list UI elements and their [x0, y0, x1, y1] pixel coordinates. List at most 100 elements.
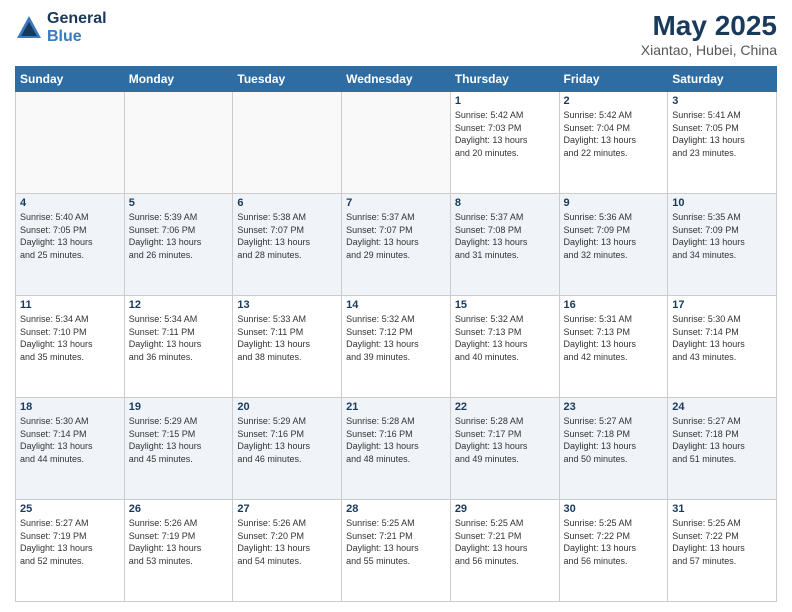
- calendar-cell: [124, 92, 233, 194]
- week-row-2: 11Sunrise: 5:34 AM Sunset: 7:10 PM Dayli…: [16, 296, 777, 398]
- calendar-cell: 24Sunrise: 5:27 AM Sunset: 7:18 PM Dayli…: [668, 398, 777, 500]
- weekday-header-row: SundayMondayTuesdayWednesdayThursdayFrid…: [16, 67, 777, 92]
- week-row-4: 25 Sunrise: 5:27 AM Sunset: 7:19 PM Dayli…: [16, 500, 777, 602]
- logo-general: General: [47, 10, 107, 28]
- calendar-cell: 27Sunrise: 5:26 AM Sunset: 7:20 PM Dayli…: [233, 500, 342, 602]
- day-number: 26: [129, 503, 229, 515]
- day-number: 28: [346, 503, 446, 515]
- day-info: Sunrise: 5:37 AM Sunset: 7:08 PM Dayligh…: [455, 211, 555, 261]
- calendar-cell: 3 Sunrise: 5:41 AM Sunset: 7:05 PM Daylig…: [668, 92, 777, 194]
- day-number: 23: [564, 401, 664, 413]
- day-number: 31: [672, 503, 772, 515]
- day-info: Sunrise: 5:39 AM Sunset: 7:06 PM Dayligh…: [129, 211, 229, 261]
- logo-text: General Blue: [47, 10, 107, 45]
- month-title: May 2025: [641, 10, 777, 42]
- day-info: Sunrise: 5:34 AM Sunset: 7:10 PM Dayligh…: [20, 313, 120, 363]
- day-info: Sunrise: 5:32 AM Sunset: 7:12 PM Dayligh…: [346, 313, 446, 363]
- day-info: Sunrise: 5:33 AM Sunset: 7:11 PM Dayligh…: [237, 313, 337, 363]
- calendar-cell: 18Sunrise: 5:30 AM Sunset: 7:14 PM Dayli…: [16, 398, 125, 500]
- day-number: 1: [455, 95, 555, 107]
- day-info: Sunrise: 5:30 AM Sunset: 7:14 PM Dayligh…: [672, 313, 772, 363]
- day-info: Sunrise: 5:26 AM Sunset: 7:19 PM Dayligh…: [129, 517, 229, 567]
- day-info: Sunrise: 5:29 AM Sunset: 7:15 PM Dayligh…: [129, 415, 229, 465]
- day-number: 15: [455, 299, 555, 311]
- calendar-cell: 22 Sunrise: 5:28 AM Sunset: 7:17 PM Dayli…: [450, 398, 559, 500]
- calendar-cell: 20 Sunrise: 5:29 AM Sunset: 7:16 PM Dayli…: [233, 398, 342, 500]
- day-info: Sunrise: 5:26 AM Sunset: 7:20 PM Dayligh…: [237, 517, 337, 567]
- calendar-cell: 12 Sunrise: 5:34 AM Sunset: 7:11 PM Dayli…: [124, 296, 233, 398]
- day-number: 20: [237, 401, 337, 413]
- calendar-cell: 10 Sunrise: 5:35 AM Sunset: 7:09 PM Dayli…: [668, 194, 777, 296]
- week-row-0: 1 Sunrise: 5:42 AM Sunset: 7:03 PM Daylig…: [16, 92, 777, 194]
- day-number: 7: [346, 197, 446, 209]
- day-info: Sunrise: 5:25 AM Sunset: 7:22 PM Dayligh…: [672, 517, 772, 567]
- day-number: 21: [346, 401, 446, 413]
- weekday-header-saturday: Saturday: [668, 67, 777, 92]
- day-info: Sunrise: 5:27 AM Sunset: 7:18 PM Dayligh…: [564, 415, 664, 465]
- day-info: Sunrise: 5:37 AM Sunset: 7:07 PM Dayligh…: [346, 211, 446, 261]
- day-number: 12: [129, 299, 229, 311]
- title-section: May 2025 Xiantao, Hubei, China: [641, 10, 777, 58]
- day-info: Sunrise: 5:41 AM Sunset: 7:05 PM Dayligh…: [672, 109, 772, 159]
- calendar-cell: 17 Sunrise: 5:30 AM Sunset: 7:14 PM Dayli…: [668, 296, 777, 398]
- day-number: 18: [20, 401, 120, 413]
- calendar-cell: 13Sunrise: 5:33 AM Sunset: 7:11 PM Dayli…: [233, 296, 342, 398]
- header: General Blue May 2025 Xiantao, Hubei, Ch…: [15, 10, 777, 58]
- day-number: 17: [672, 299, 772, 311]
- day-number: 9: [564, 197, 664, 209]
- calendar-cell: [342, 92, 451, 194]
- weekday-header-monday: Monday: [124, 67, 233, 92]
- day-number: 25: [20, 503, 120, 515]
- page: General Blue May 2025 Xiantao, Hubei, Ch…: [0, 0, 792, 612]
- week-row-1: 4 Sunrise: 5:40 AM Sunset: 7:05 PM Daylig…: [16, 194, 777, 296]
- day-info: Sunrise: 5:40 AM Sunset: 7:05 PM Dayligh…: [20, 211, 120, 261]
- calendar-cell: 31 Sunrise: 5:25 AM Sunset: 7:22 PM Dayli…: [668, 500, 777, 602]
- calendar-cell: 29Sunrise: 5:25 AM Sunset: 7:21 PM Dayli…: [450, 500, 559, 602]
- calendar-cell: 2Sunrise: 5:42 AM Sunset: 7:04 PM Daylig…: [559, 92, 668, 194]
- calendar-cell: 26 Sunrise: 5:26 AM Sunset: 7:19 PM Dayli…: [124, 500, 233, 602]
- day-info: Sunrise: 5:25 AM Sunset: 7:21 PM Dayligh…: [455, 517, 555, 567]
- calendar-cell: [233, 92, 342, 194]
- day-info: Sunrise: 5:25 AM Sunset: 7:22 PM Dayligh…: [564, 517, 664, 567]
- calendar-cell: 7 Sunrise: 5:37 AM Sunset: 7:07 PM Daylig…: [342, 194, 451, 296]
- logo: General Blue: [15, 10, 107, 45]
- week-row-3: 18Sunrise: 5:30 AM Sunset: 7:14 PM Dayli…: [16, 398, 777, 500]
- day-info: Sunrise: 5:42 AM Sunset: 7:04 PM Dayligh…: [564, 109, 664, 159]
- logo-icon: [15, 14, 43, 42]
- day-number: 16: [564, 299, 664, 311]
- calendar-cell: 14 Sunrise: 5:32 AM Sunset: 7:12 PM Dayli…: [342, 296, 451, 398]
- day-number: 4: [20, 197, 120, 209]
- day-number: 30: [564, 503, 664, 515]
- day-info: Sunrise: 5:35 AM Sunset: 7:09 PM Dayligh…: [672, 211, 772, 261]
- weekday-header-sunday: Sunday: [16, 67, 125, 92]
- calendar-cell: 9Sunrise: 5:36 AM Sunset: 7:09 PM Daylig…: [559, 194, 668, 296]
- calendar-cell: 1 Sunrise: 5:42 AM Sunset: 7:03 PM Daylig…: [450, 92, 559, 194]
- day-info: Sunrise: 5:27 AM Sunset: 7:19 PM Dayligh…: [20, 517, 120, 567]
- day-number: 14: [346, 299, 446, 311]
- day-number: 3: [672, 95, 772, 107]
- calendar-cell: 21 Sunrise: 5:28 AM Sunset: 7:16 PM Dayli…: [342, 398, 451, 500]
- calendar-cell: 28 Sunrise: 5:25 AM Sunset: 7:21 PM Dayli…: [342, 500, 451, 602]
- calendar-cell: 23 Sunrise: 5:27 AM Sunset: 7:18 PM Dayli…: [559, 398, 668, 500]
- calendar-cell: 5Sunrise: 5:39 AM Sunset: 7:06 PM Daylig…: [124, 194, 233, 296]
- calendar-cell: 25 Sunrise: 5:27 AM Sunset: 7:19 PM Dayli…: [16, 500, 125, 602]
- day-number: 8: [455, 197, 555, 209]
- weekday-header-wednesday: Wednesday: [342, 67, 451, 92]
- day-number: 24: [672, 401, 772, 413]
- day-info: Sunrise: 5:34 AM Sunset: 7:11 PM Dayligh…: [129, 313, 229, 363]
- location: Xiantao, Hubei, China: [641, 42, 777, 58]
- day-number: 10: [672, 197, 772, 209]
- day-number: 22: [455, 401, 555, 413]
- day-info: Sunrise: 5:28 AM Sunset: 7:16 PM Dayligh…: [346, 415, 446, 465]
- day-info: Sunrise: 5:25 AM Sunset: 7:21 PM Dayligh…: [346, 517, 446, 567]
- calendar-cell: 19 Sunrise: 5:29 AM Sunset: 7:15 PM Dayli…: [124, 398, 233, 500]
- day-info: Sunrise: 5:42 AM Sunset: 7:03 PM Dayligh…: [455, 109, 555, 159]
- day-info: Sunrise: 5:28 AM Sunset: 7:17 PM Dayligh…: [455, 415, 555, 465]
- day-number: 19: [129, 401, 229, 413]
- day-info: Sunrise: 5:32 AM Sunset: 7:13 PM Dayligh…: [455, 313, 555, 363]
- day-info: Sunrise: 5:31 AM Sunset: 7:13 PM Dayligh…: [564, 313, 664, 363]
- day-info: Sunrise: 5:38 AM Sunset: 7:07 PM Dayligh…: [237, 211, 337, 261]
- weekday-header-thursday: Thursday: [450, 67, 559, 92]
- calendar: SundayMondayTuesdayWednesdayThursdayFrid…: [15, 66, 777, 602]
- day-info: Sunrise: 5:29 AM Sunset: 7:16 PM Dayligh…: [237, 415, 337, 465]
